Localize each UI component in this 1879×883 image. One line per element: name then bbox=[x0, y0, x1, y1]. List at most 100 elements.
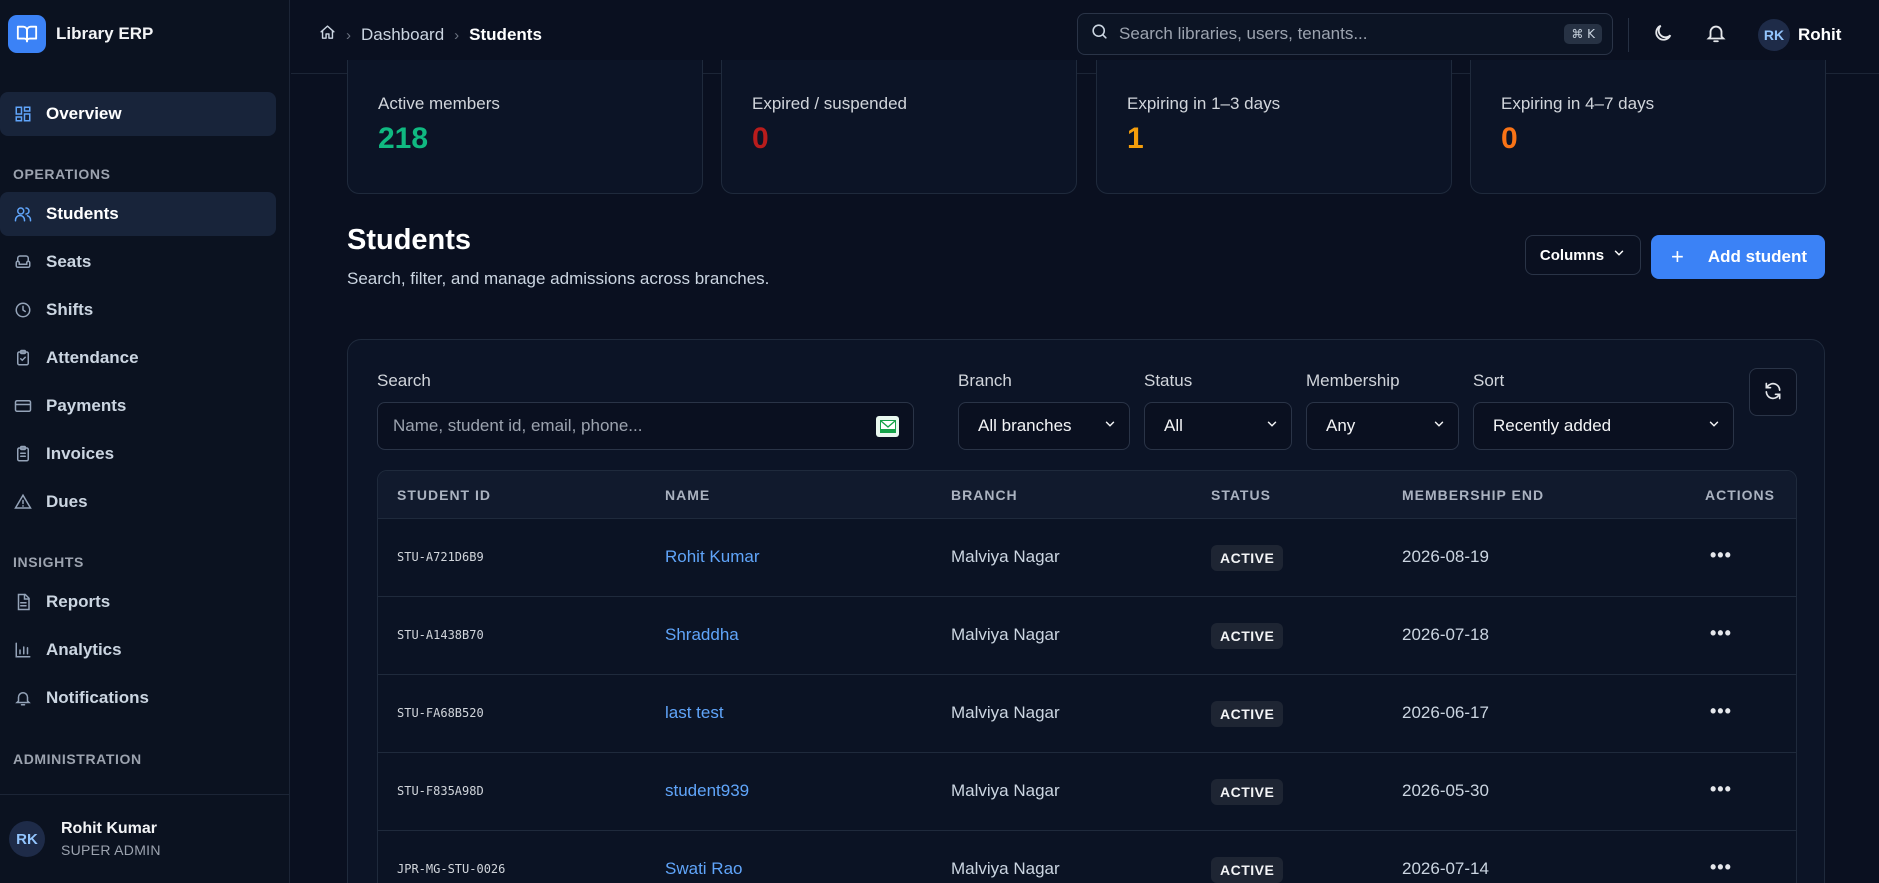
more-actions-icon[interactable]: ••• bbox=[1710, 779, 1732, 800]
mail-icon[interactable] bbox=[876, 415, 899, 437]
col-actions: ACTIONS bbox=[1705, 487, 1775, 503]
sidebar-item-label: Students bbox=[46, 204, 119, 223]
user-name: Rohit Kumar bbox=[61, 820, 157, 837]
user-menu[interactable]: RK Rohit bbox=[1758, 19, 1841, 51]
user-name: Rohit bbox=[1798, 25, 1842, 44]
sidebar-item-invoices[interactable]: Invoices bbox=[0, 432, 276, 476]
divider bbox=[1628, 18, 1629, 52]
bell-icon[interactable] bbox=[1705, 22, 1727, 44]
refresh-button[interactable] bbox=[1749, 368, 1797, 416]
avatar: RK bbox=[1758, 19, 1790, 51]
more-actions-icon[interactable]: ••• bbox=[1710, 545, 1732, 566]
app-name: Library ERP bbox=[56, 24, 154, 43]
sidebar-item-dues[interactable]: Dues bbox=[0, 480, 276, 524]
branch-select[interactable]: All branches bbox=[958, 402, 1130, 450]
moon-icon[interactable] bbox=[1652, 22, 1674, 44]
table-header: STUDENT ID NAME BRANCH STATUS MEMBERSHIP… bbox=[378, 471, 1796, 519]
chevron-down-icon bbox=[1265, 416, 1279, 436]
sort-select-value: Recently added bbox=[1493, 416, 1612, 435]
sidebar-item-analytics[interactable]: Analytics bbox=[0, 628, 276, 672]
status-badge: ACTIVE bbox=[1211, 779, 1284, 805]
chevron-right-icon: › bbox=[346, 26, 351, 44]
col-student-id[interactable]: STUDENT ID bbox=[397, 487, 491, 503]
student-id: STU-A1438B70 bbox=[397, 628, 484, 642]
sidebar-item-reports[interactable]: Reports bbox=[0, 580, 276, 624]
sidebar-item-label: Attendance bbox=[46, 348, 139, 367]
col-status[interactable]: STATUS bbox=[1211, 487, 1271, 503]
file-text-icon bbox=[13, 592, 33, 612]
clipboard-check-icon bbox=[13, 348, 33, 368]
student-name-link[interactable]: Swati Rao bbox=[665, 859, 742, 879]
sidebar-item-label: Payments bbox=[46, 396, 127, 415]
student-branch: Malviya Nagar bbox=[951, 625, 1060, 644]
more-actions-icon[interactable]: ••• bbox=[1710, 701, 1732, 722]
sidebar-item-students[interactable]: Students bbox=[0, 192, 276, 236]
sort-select[interactable]: Recently added bbox=[1473, 402, 1734, 450]
sidebar-item-attendance[interactable]: Attendance bbox=[0, 336, 276, 380]
table-row[interactable]: STU-A1438B70 Shraddha Malviya Nagar ACTI… bbox=[378, 597, 1796, 675]
status-select[interactable]: All bbox=[1144, 402, 1292, 450]
add-student-button[interactable]: + Add student bbox=[1651, 235, 1825, 279]
sidebar-item-shifts[interactable]: Shifts bbox=[0, 288, 276, 332]
global-search-input[interactable] bbox=[1119, 24, 1565, 44]
student-id: JPR-MG-STU-0026 bbox=[397, 862, 506, 876]
credit-card-icon bbox=[13, 396, 33, 416]
chevron-down-icon bbox=[1612, 246, 1626, 264]
chevron-down-icon bbox=[1103, 416, 1117, 436]
global-search[interactable]: ⌘ K bbox=[1077, 13, 1613, 55]
more-actions-icon[interactable]: ••• bbox=[1710, 857, 1732, 878]
stat-card-expiring-4-7: Expiring in 4–7 days 0 bbox=[1470, 60, 1826, 194]
student-name-link[interactable]: Shraddha bbox=[665, 625, 739, 645]
stat-card-expired: Expired / suspended 0 bbox=[721, 60, 1077, 194]
stat-label: Expired / suspended bbox=[752, 94, 907, 113]
chevron-down-icon bbox=[1432, 416, 1446, 436]
col-membership-end[interactable]: MEMBERSHIP END bbox=[1402, 487, 1544, 503]
membership-select[interactable]: Any bbox=[1306, 402, 1459, 450]
sidebar-item-label: Notifications bbox=[46, 688, 149, 707]
student-name-link[interactable]: last test bbox=[665, 703, 724, 723]
membership-end: 2026-07-18 bbox=[1402, 625, 1489, 644]
student-name-link[interactable]: student939 bbox=[665, 781, 749, 801]
sidebar-item-label: Analytics bbox=[46, 640, 122, 659]
student-search-field[interactable] bbox=[377, 402, 914, 450]
table-row[interactable]: JPR-MG-STU-0026 Swati Rao Malviya Nagar … bbox=[378, 831, 1796, 883]
sidebar-item-label: Overview bbox=[46, 104, 122, 123]
membership-label: Membership bbox=[1306, 371, 1400, 390]
page-subtitle: Search, filter, and manage admissions ac… bbox=[347, 269, 770, 288]
more-actions-icon[interactable]: ••• bbox=[1710, 623, 1732, 644]
stat-value: 0 bbox=[752, 122, 769, 155]
armchair-icon bbox=[13, 252, 33, 272]
book-icon bbox=[8, 15, 46, 53]
home-icon[interactable] bbox=[319, 24, 336, 46]
status-badge: ACTIVE bbox=[1211, 623, 1284, 649]
columns-button-label: Columns bbox=[1539, 246, 1605, 264]
table-row[interactable]: STU-FA68B520 last test Malviya Nagar ACT… bbox=[378, 675, 1796, 753]
student-branch: Malviya Nagar bbox=[951, 703, 1060, 722]
stat-value: 0 bbox=[1501, 122, 1518, 155]
sidebar-item-overview[interactable]: Overview bbox=[0, 92, 276, 136]
sidebar-user[interactable]: RK Rohit Kumar SUPER ADMIN bbox=[0, 794, 290, 883]
add-student-label: Add student bbox=[1707, 247, 1808, 266]
table-row[interactable]: STU-A721D6B9 Rohit Kumar Malviya Nagar A… bbox=[378, 519, 1796, 597]
students-table: STUDENT ID NAME BRANCH STATUS MEMBERSHIP… bbox=[377, 470, 1797, 883]
membership-end: 2026-07-14 bbox=[1402, 859, 1489, 878]
sidebar-item-label: Shifts bbox=[46, 300, 94, 319]
breadcrumb-dashboard[interactable]: Dashboard bbox=[361, 25, 444, 45]
sidebar-item-notifications[interactable]: Notifications bbox=[0, 676, 276, 720]
stat-label: Expiring in 1–3 days bbox=[1127, 94, 1281, 113]
table-row[interactable]: STU-F835A98D student939 Malviya Nagar AC… bbox=[378, 753, 1796, 831]
refresh-icon bbox=[1763, 381, 1783, 404]
plus-icon: + bbox=[1671, 244, 1684, 269]
col-branch[interactable]: BRANCH bbox=[951, 487, 1018, 503]
brand[interactable]: Library ERP bbox=[0, 0, 289, 68]
search-icon bbox=[1090, 22, 1109, 46]
student-search-input[interactable] bbox=[393, 416, 876, 436]
section-operations: OPERATIONS bbox=[13, 166, 111, 182]
status-badge: ACTIVE bbox=[1211, 545, 1284, 571]
stat-label: Active members bbox=[378, 94, 500, 113]
col-name[interactable]: NAME bbox=[665, 487, 710, 503]
sidebar-item-seats[interactable]: Seats bbox=[0, 240, 276, 284]
columns-button[interactable]: Columns bbox=[1525, 235, 1641, 275]
sidebar-item-payments[interactable]: Payments bbox=[0, 384, 276, 428]
student-name-link[interactable]: Rohit Kumar bbox=[665, 547, 759, 567]
